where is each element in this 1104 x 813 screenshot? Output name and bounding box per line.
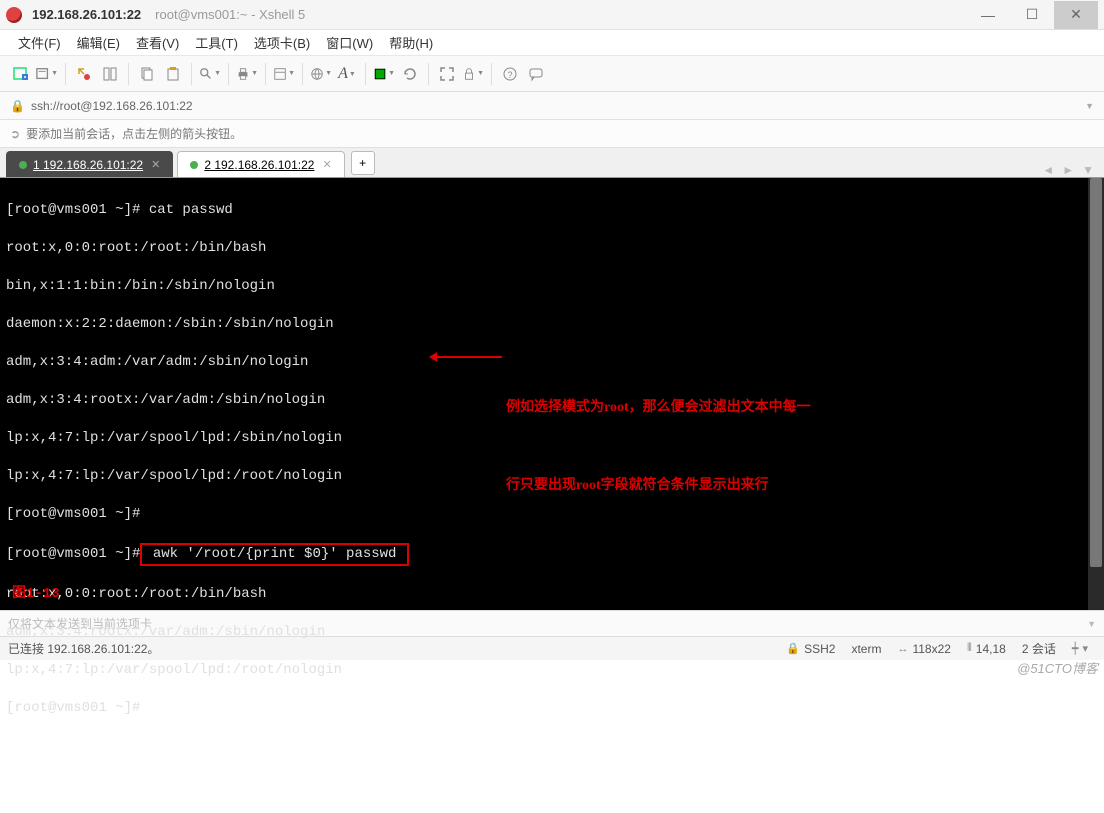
menu-tabs[interactable]: 选项卡(B) xyxy=(248,31,316,54)
menu-view[interactable]: 查看(V) xyxy=(130,31,185,54)
maximize-button[interactable]: ☐ xyxy=(1010,1,1054,29)
open-session-icon[interactable]: ▼ xyxy=(36,63,58,85)
terminal-area: [root@vms001 ~]# cat passwd root:x,0:0:r… xyxy=(0,178,1104,610)
reconnect-icon[interactable] xyxy=(73,63,95,85)
disconnect-icon[interactable] xyxy=(99,63,121,85)
terminal-scrollbar[interactable] xyxy=(1088,178,1104,610)
status-dot-icon xyxy=(19,161,27,169)
close-button[interactable]: ✕ xyxy=(1054,1,1098,29)
title-subtitle: root@vms001:~ - Xshell 5 xyxy=(155,7,305,22)
highlighted-command: awk '/root/{print $0}' passwd xyxy=(140,543,408,566)
menu-file[interactable]: 文件(F) xyxy=(12,31,67,54)
tab-next-icon[interactable]: ► xyxy=(1058,163,1078,177)
session-tab-1[interactable]: 1 192.168.26.101:22 ✕ xyxy=(6,151,173,177)
menu-edit[interactable]: 编辑(E) xyxy=(71,31,126,54)
annotation-arrow xyxy=(432,356,502,358)
svg-text:?: ? xyxy=(507,70,512,80)
find-icon[interactable]: ▼ xyxy=(199,63,221,85)
tab-close-icon[interactable]: ✕ xyxy=(151,158,160,171)
status-dot-icon xyxy=(190,161,198,169)
terminal-output[interactable]: [root@vms001 ~]# cat passwd root:x,0:0:r… xyxy=(0,178,1088,610)
properties-icon[interactable]: ▼ xyxy=(273,63,295,85)
figure-label: 图1-13 xyxy=(12,585,60,604)
add-session-arrow-icon[interactable]: ➲ xyxy=(10,127,20,141)
hint-bar: ➲ 要添加当前会话，点击左侧的箭头按钮。 xyxy=(0,120,1104,148)
address-bar[interactable]: 🔒 ssh://root@192.168.26.101:22 ▼ xyxy=(0,92,1104,120)
tab-label: 1 192.168.26.101:22 xyxy=(33,158,143,172)
terminal-line: lp:x,4:7:lp:/var/spool/lpd:/root/nologin xyxy=(6,661,1082,680)
add-tab-button[interactable]: + xyxy=(351,151,375,175)
terminal-line: root:x,0:0:root:/root:/bin/bash xyxy=(6,239,1082,258)
annotation-text: 例如选择模式为root，那么便会过滤出文本中每一 行只要出现root字段就符合条… xyxy=(506,343,811,551)
window-titlebar: 192.168.26.101:22 root@vms001:~ - Xshell… xyxy=(0,0,1104,30)
tab-menu-icon[interactable]: ▼ xyxy=(1078,163,1098,177)
cursor xyxy=(149,699,158,715)
tab-prev-icon[interactable]: ◄ xyxy=(1038,163,1058,177)
tab-close-icon[interactable]: ✕ xyxy=(322,158,331,171)
title-host: 192.168.26.101:22 xyxy=(32,7,141,22)
color-scheme-icon[interactable]: ▼ xyxy=(373,63,395,85)
fullscreen-icon[interactable] xyxy=(436,63,458,85)
font-icon[interactable]: A▼ xyxy=(336,63,358,85)
lock-icon[interactable]: ▼ xyxy=(462,63,484,85)
scrollbar-thumb[interactable] xyxy=(1090,178,1102,567)
minimize-button[interactable]: — xyxy=(966,1,1010,29)
app-icon xyxy=(6,7,22,23)
menu-tools[interactable]: 工具(T) xyxy=(189,31,244,54)
terminal-line: [root@vms001 ~]# xyxy=(6,699,1082,718)
toolbar: ▼ ▼ ▼ ▼ ▼ A▼ ▼ ▼ ? xyxy=(0,56,1104,92)
address-text: ssh://root@192.168.26.101:22 xyxy=(31,99,193,113)
session-tab-2[interactable]: 2 192.168.26.101:22 ✕ xyxy=(177,151,344,177)
refresh-icon[interactable] xyxy=(399,63,421,85)
lock-small-icon: 🔒 xyxy=(10,99,25,113)
terminal-line: adm,x:3:4:rootx:/var/adm:/sbin/nologin xyxy=(6,623,1082,642)
terminal-line: [root@vms001 ~]# cat passwd xyxy=(6,201,1082,220)
paste-icon[interactable] xyxy=(162,63,184,85)
new-session-icon[interactable] xyxy=(10,63,32,85)
hint-text: 要添加当前会话，点击左侧的箭头按钮。 xyxy=(26,125,242,142)
menu-window[interactable]: 窗口(W) xyxy=(320,31,379,54)
chat-icon[interactable] xyxy=(525,63,547,85)
terminal-line: daemon:x:2:2:daemon:/sbin:/sbin/nologin xyxy=(6,315,1082,334)
tab-label: 2 192.168.26.101:22 xyxy=(204,158,314,172)
tab-bar: 1 192.168.26.101:22 ✕ 2 192.168.26.101:2… xyxy=(0,148,1104,178)
print-icon[interactable]: ▼ xyxy=(236,63,258,85)
help-icon[interactable]: ? xyxy=(499,63,521,85)
language-icon[interactable]: ▼ xyxy=(310,63,332,85)
terminal-line: root:x,0:0:root:/root:/bin/bash xyxy=(6,585,1082,604)
menubar: 文件(F) 编辑(E) 查看(V) 工具(T) 选项卡(B) 窗口(W) 帮助(… xyxy=(0,30,1104,56)
terminal-line: bin,x:1:1:bin:/bin:/sbin/nologin xyxy=(6,277,1082,296)
menu-help[interactable]: 帮助(H) xyxy=(383,31,439,54)
copy-icon[interactable] xyxy=(136,63,158,85)
